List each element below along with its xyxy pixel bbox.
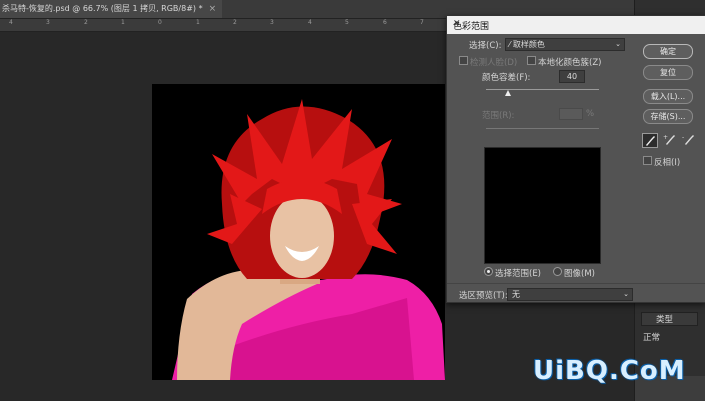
ruler-tick: 1 [196, 19, 200, 26]
layer-filter[interactable]: 类型 [641, 312, 698, 326]
eyedropper-small-icon: ⁄ [509, 40, 511, 49]
photo-illustration [152, 84, 445, 380]
ruler-tick: 4 [9, 19, 13, 26]
image-radio[interactable] [553, 267, 562, 277]
document-tab[interactable]: 杀马特-恢复的.psd @ 66.7% (图层 1 拷贝, RGB/8#) * … [0, 0, 223, 18]
ruler-tick: 5 [345, 19, 349, 26]
range-unit: % [586, 109, 595, 119]
layer-filter-label: 类型 [656, 315, 674, 325]
save-button[interactable]: 存储(S)... [643, 109, 693, 124]
preview-mode-label: 选区预览(T): [459, 291, 508, 301]
watermark-logo: UiBQ.CoM [533, 356, 686, 386]
close-tab-icon[interactable]: × [209, 0, 217, 18]
select-dropdown[interactable]: ⁄ 取样颜色 ⌄ [505, 38, 625, 51]
dialog-titlebar: 色彩范围 ✕ [447, 16, 705, 34]
color-range-dialog: 色彩范围 ✕ 选择(C): ⁄ 取样颜色 ⌄ 检测人脸(D) 本地化颜色簇(Z)… [446, 15, 705, 303]
chevron-down-icon: ⌄ [623, 290, 629, 298]
fuzziness-slider-handle[interactable] [505, 90, 511, 96]
document-tab-title: 杀马特-恢复的.psd @ 66.7% (图层 1 拷贝, RGB/8#) * [2, 4, 203, 13]
detect-faces-checkbox[interactable] [459, 56, 468, 66]
load-button[interactable]: 载入(L)... [643, 89, 693, 104]
add-to-sample-tool[interactable]: + [663, 133, 677, 146]
fuzziness-label: 颜色容差(F): [482, 73, 531, 83]
subtract-from-sample-tool[interactable]: - [682, 133, 696, 146]
selection-radio[interactable] [484, 267, 493, 277]
select-label: 选择(C): [469, 41, 502, 51]
localized-color-checkbox[interactable] [527, 56, 536, 66]
invert-label: 反相(I) [654, 158, 681, 168]
image-radio-label: 图像(M) [564, 269, 595, 279]
ok-button[interactable]: 确定 [643, 44, 693, 59]
localized-color-label: 本地化颜色簇(Z) [538, 58, 602, 68]
eyedropper-plus-icon: + [663, 134, 675, 145]
document-canvas[interactable] [152, 84, 445, 380]
ruler-tick: 3 [270, 19, 274, 26]
range-label: 范围(R): [482, 111, 515, 121]
blend-mode-label[interactable]: 正常 [643, 331, 660, 343]
selection-radio-label: 选择范围(E) [495, 269, 542, 279]
close-icon[interactable]: ✕ [453, 19, 697, 29]
divider [447, 283, 705, 284]
preview-mode-select[interactable]: 无 ⌄ [507, 288, 633, 301]
ruler-tick: 7 [420, 19, 424, 26]
svg-text:+: + [663, 134, 668, 141]
preview-mode-value: 无 [512, 290, 520, 299]
ruler-tick: 1 [121, 19, 125, 26]
ruler-tick: 3 [46, 19, 50, 26]
reset-button[interactable]: 复位 [643, 65, 693, 80]
svg-text:-: - [682, 134, 684, 141]
fuzziness-slider-track[interactable] [486, 89, 599, 90]
invert-checkbox[interactable] [643, 156, 652, 166]
ruler-tick: 6 [383, 19, 387, 26]
detect-faces-label: 检测人脸(D) [470, 58, 518, 68]
ruler-tick: 0 [158, 19, 162, 26]
ruler-tick: 2 [84, 19, 88, 26]
chevron-down-icon: ⌄ [615, 40, 621, 48]
range-slider-track [486, 128, 599, 129]
ruler-tick: 4 [308, 19, 312, 26]
eyedropper-minus-icon: - [682, 134, 694, 145]
ruler-tick: 2 [233, 19, 237, 26]
eyedropper-icon [646, 136, 655, 146]
selection-preview [484, 147, 601, 264]
eyedropper-tool[interactable] [642, 133, 658, 148]
fuzziness-input[interactable]: 40 [559, 70, 585, 83]
select-value: 取样颜色 [512, 40, 545, 49]
range-input [559, 108, 583, 120]
